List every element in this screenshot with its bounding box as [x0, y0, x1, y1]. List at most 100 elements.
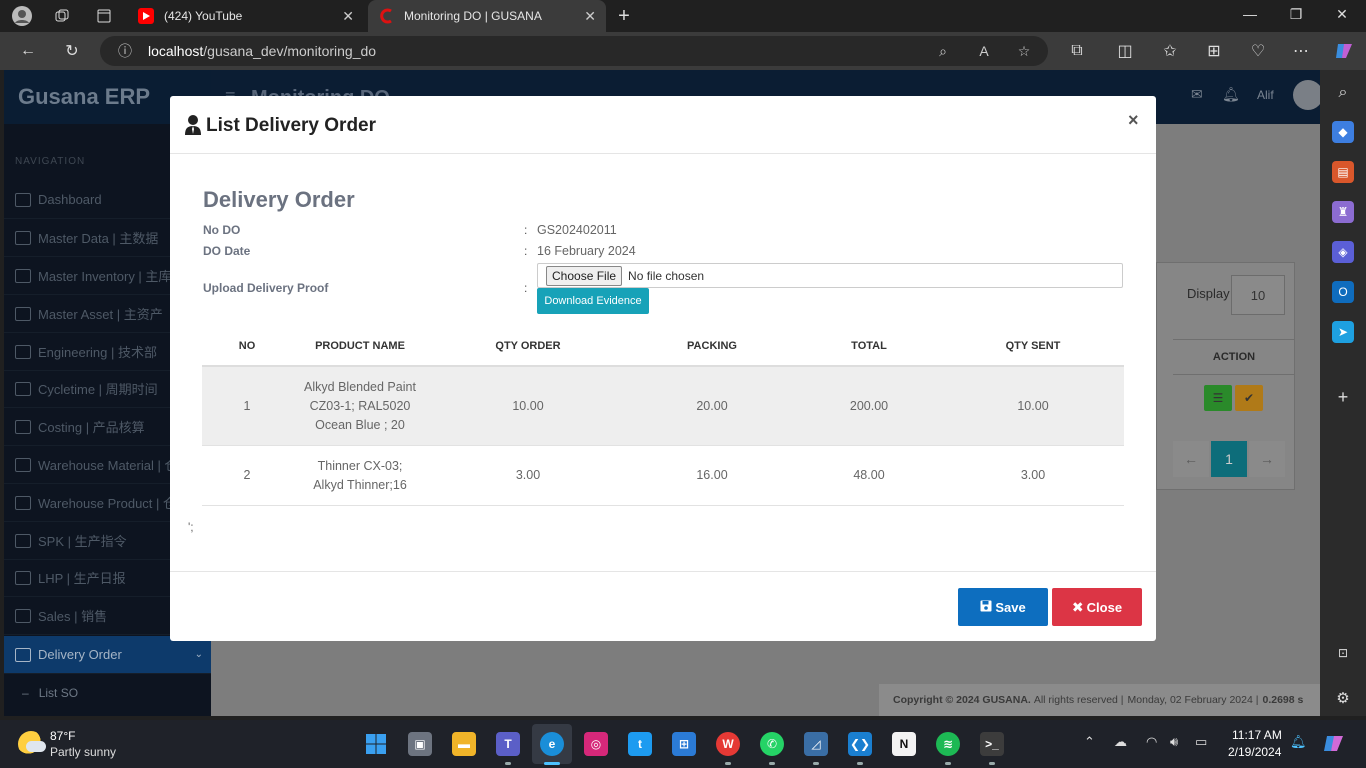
column-header-packing: PACKING	[687, 340, 737, 352]
copilot-taskbar-icon[interactable]	[1322, 732, 1346, 756]
favorites-icon[interactable]: ✩	[1159, 40, 1181, 62]
avatar[interactable]	[1293, 80, 1320, 110]
hide-sidebar-icon[interactable]: ⊡	[1332, 642, 1354, 664]
more-menu-icon[interactable]: ⋯	[1290, 40, 1312, 62]
microsoft-store-icon[interactable]: ⊞	[672, 732, 696, 756]
copilot-sidebar-icon[interactable]: ◈	[1332, 241, 1354, 263]
weather-temperature[interactable]: 87°F	[50, 729, 75, 743]
product-line: Alkyd Blended Paint	[304, 379, 416, 394]
data-table-card: Display 10 ACTION ☰ ✔ ← 1 →	[1156, 262, 1295, 490]
games-icon[interactable]: ♜	[1332, 201, 1354, 223]
sidebar-item-label: Costing | 产品核算	[38, 420, 145, 435]
split-screen-icon[interactable]: ◫	[1114, 40, 1136, 62]
edge-sidebar: ⌕ ◆ ▤ ♜ ◈ O ➤ + ⊡ ⚙	[1320, 70, 1366, 716]
prev-page-button[interactable]: ←	[1173, 441, 1209, 477]
save-label: Save	[995, 599, 1026, 615]
teams-icon[interactable]: T	[496, 732, 520, 756]
collections-icon[interactable]: ⊞	[1203, 40, 1225, 62]
task-view-icon[interactable]: ▣	[408, 732, 432, 756]
tools-icon[interactable]: ▤	[1332, 161, 1354, 183]
download-evidence-button[interactable]: Download Evidence	[537, 288, 649, 314]
browser-toolbar: ← ↻ ⓘ localhost/gusana_dev/monitoring_do…	[0, 32, 1366, 70]
modal-title: List Delivery Order	[206, 115, 377, 136]
sidebar-settings-icon[interactable]: ⚙	[1332, 687, 1354, 709]
colon: :	[524, 223, 528, 237]
bell-icon[interactable]: 🔔︎	[1222, 86, 1240, 103]
mail-icon[interactable]: ✉	[1191, 86, 1203, 103]
copilot-icon[interactable]	[1333, 40, 1355, 62]
address-bar[interactable]: ⓘ localhost/gusana_dev/monitoring_do ⌕ A…	[100, 36, 1048, 66]
read-aloud-icon[interactable]: A	[973, 40, 995, 62]
profile-icon[interactable]	[11, 5, 33, 27]
file-explorer-icon[interactable]: ▬	[452, 732, 476, 756]
action-column-header: ACTION	[1173, 339, 1295, 375]
onedrive-icon[interactable]: ☁	[1114, 734, 1127, 750]
workspaces-icon[interactable]	[51, 5, 73, 27]
refresh-icon[interactable]: ↻	[61, 40, 83, 62]
send-icon[interactable]: ➤	[1332, 321, 1354, 343]
notion-icon[interactable]: N	[892, 732, 916, 756]
wps-office-icon[interactable]: W	[716, 732, 740, 756]
menu-icon	[15, 647, 31, 662]
notification-bell-icon[interactable]: 🔔︎	[1290, 734, 1307, 750]
page-number-button[interactable]: 1	[1211, 441, 1247, 477]
modal-footer: Save ✖ Close	[170, 571, 1156, 641]
favorite-star-icon[interactable]: ☆	[1013, 40, 1035, 62]
menu-icon	[15, 419, 31, 434]
clock-time[interactable]: 11:17 AM	[1232, 728, 1282, 742]
mysql-workbench-icon[interactable]: ◿	[804, 732, 828, 756]
sidebar-item-label: Sales | 销售	[38, 609, 108, 624]
shopping-tag-icon[interactable]: ◆	[1332, 121, 1354, 143]
user-name[interactable]: Alif	[1257, 88, 1274, 102]
edge-browser-icon[interactable]: e	[540, 732, 564, 756]
volume-icon[interactable]: 🔊︎	[1170, 734, 1178, 750]
sidebar-item-label: Engineering | 技术部	[38, 345, 157, 360]
menu-icon	[15, 570, 31, 585]
running-indicator	[725, 762, 731, 765]
tab-close-icon[interactable]: ✕	[584, 8, 596, 25]
tab-youtube[interactable]: (424) YouTube ✕	[128, 0, 364, 32]
chevron-up-icon[interactable]: ⌃	[1084, 734, 1095, 750]
twitter-icon[interactable]: t	[628, 732, 652, 756]
performance-icon[interactable]: ♡	[1247, 40, 1269, 62]
start-windows-icon[interactable]	[364, 732, 388, 756]
weather-condition[interactable]: Partly sunny	[50, 745, 116, 759]
upload-proof-file-input[interactable]: Choose File No file chosen	[537, 263, 1123, 288]
add-sidebar-icon[interactable]: +	[1332, 386, 1354, 408]
display-count-input[interactable]: 10	[1231, 275, 1285, 315]
running-indicator	[857, 762, 863, 765]
clock-date[interactable]: 2/19/2024	[1228, 745, 1281, 759]
tab-actions-icon[interactable]	[93, 5, 115, 27]
product-line: Thinner CX-03;	[317, 458, 403, 473]
close-button[interactable]: ✖ Close	[1052, 588, 1142, 626]
site-info-icon[interactable]: ⓘ	[114, 40, 136, 62]
tab-close-icon[interactable]: ✕	[342, 8, 354, 25]
window-close-icon[interactable]: ✕	[1332, 6, 1352, 23]
detail-list-button[interactable]: ☰	[1204, 385, 1232, 411]
search-icon[interactable]: ⌕	[1332, 82, 1354, 104]
sidebar-item-delivery-order[interactable]: Delivery Order ⌄	[4, 636, 211, 674]
choose-file-button[interactable]: Choose File	[546, 265, 623, 286]
wifi-icon[interactable]: ◠	[1146, 734, 1157, 750]
close-icon[interactable]: ×	[1128, 110, 1139, 131]
zoom-icon[interactable]: ⌕	[932, 40, 954, 62]
restore-icon[interactable]: ❐	[1286, 6, 1306, 23]
new-tab-icon[interactable]: +	[613, 5, 635, 27]
next-page-button[interactable]: →	[1249, 441, 1285, 477]
instagram-icon[interactable]: ◎	[584, 732, 608, 756]
tab-monitoring-do[interactable]: Monitoring DO | GUSANA ✕	[368, 0, 606, 32]
vscode-icon[interactable]: ❮❯	[848, 732, 872, 756]
back-icon[interactable]: ←	[17, 40, 39, 62]
terminal-icon[interactable]: >_	[980, 732, 1004, 756]
save-button[interactable]: Save	[958, 588, 1048, 626]
do-date-value: 16 February 2024	[537, 244, 636, 258]
extensions-icon[interactable]: ⧉	[1066, 40, 1088, 62]
approve-check-button[interactable]: ✔	[1235, 385, 1263, 411]
battery-icon[interactable]: ▭	[1195, 734, 1207, 750]
outlook-icon[interactable]: O	[1332, 281, 1354, 303]
minimize-icon[interactable]: —	[1240, 6, 1260, 22]
user-tie-icon	[185, 115, 201, 135]
spotify-icon[interactable]: ≋	[936, 732, 960, 756]
submenu-item-list-so[interactable]: – List SO	[4, 676, 211, 710]
whatsapp-icon[interactable]: ✆	[760, 732, 784, 756]
